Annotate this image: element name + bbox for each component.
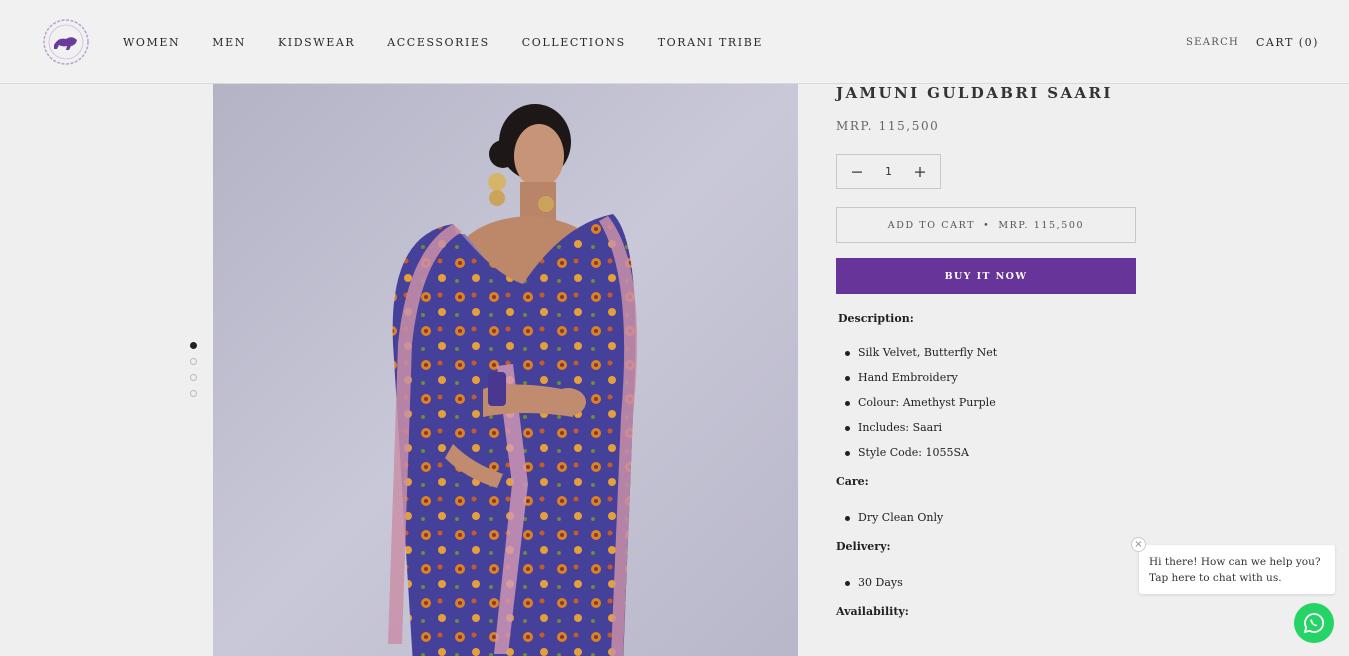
delivery-list: 30 Days	[836, 575, 1136, 600]
nav-women[interactable]: WOMEN	[123, 36, 180, 49]
plus-icon[interactable]	[914, 166, 926, 178]
quantity-value[interactable]: 1	[885, 165, 892, 178]
nav-collections[interactable]: COLLECTIONS	[522, 36, 626, 49]
add-to-cart-button[interactable]: ADD TO CART • MRP. 115,500	[836, 207, 1136, 243]
product-image[interactable]	[213, 84, 798, 656]
nav-torani-tribe[interactable]: TORANI TRIBE	[658, 36, 763, 49]
chat-line-2: Tap here to chat with us.	[1149, 572, 1282, 584]
gallery-dots	[190, 342, 197, 397]
cart-link[interactable]: CART (0)	[1256, 36, 1319, 49]
description-item: Style Code: 1055SA	[836, 445, 1136, 470]
delivery-heading: Delivery:	[836, 540, 891, 553]
availability-heading: Availability:	[836, 605, 909, 618]
delivery-item: 30 Days	[836, 575, 1136, 600]
nav-kidswear[interactable]: KIDSWEAR	[278, 36, 355, 49]
product-photo	[213, 84, 798, 656]
whatsapp-button[interactable]	[1294, 603, 1334, 643]
close-icon[interactable]: ×	[1131, 537, 1146, 552]
search-link[interactable]: SEARCH	[1186, 37, 1239, 48]
gallery-dot-3[interactable]	[190, 374, 197, 381]
chat-line-1: Hi there! How can we help you?	[1149, 556, 1321, 568]
description-item: Includes: Saari	[836, 420, 1136, 445]
description-heading: Description:	[838, 312, 914, 325]
care-item: Dry Clean Only	[836, 510, 1136, 535]
gallery-dot-4[interactable]	[190, 390, 197, 397]
chat-prompt[interactable]: Hi there! How can we help you? Tap here …	[1139, 545, 1335, 594]
gallery-dot-1[interactable]	[190, 342, 197, 349]
product-price: MRP. 115,500	[836, 119, 940, 133]
description-item: Hand Embroidery	[836, 370, 1136, 395]
product-title: JAMUNI GULDABRI SAARI	[836, 84, 1113, 102]
add-to-cart-label: ADD TO CART	[887, 219, 976, 231]
description-list: Silk Velvet, Butterfly Net Hand Embroide…	[836, 345, 1136, 470]
minus-icon[interactable]	[851, 166, 863, 178]
site-header: WOMEN MEN KIDSWEAR ACCESSORIES COLLECTIO…	[0, 0, 1349, 84]
buy-it-now-button[interactable]: BUY IT NOW	[836, 258, 1136, 294]
care-heading: Care:	[836, 475, 869, 488]
care-list: Dry Clean Only	[836, 510, 1136, 535]
quantity-stepper: 1	[836, 154, 941, 189]
main-nav: WOMEN MEN KIDSWEAR ACCESSORIES COLLECTIO…	[123, 36, 763, 49]
description-item: Colour: Amethyst Purple	[836, 395, 1136, 420]
gallery-dot-2[interactable]	[190, 358, 197, 365]
add-to-cart-separator: •	[983, 219, 991, 231]
description-item: Silk Velvet, Butterfly Net	[836, 345, 1136, 370]
nav-accessories[interactable]: ACCESSORIES	[387, 36, 490, 49]
nav-men[interactable]: MEN	[212, 36, 246, 49]
torani-logo-icon[interactable]	[42, 18, 90, 66]
product-description: Description: Silk Velvet, Butterfly Net …	[836, 312, 1136, 618]
add-to-cart-price: MRP. 115,500	[998, 219, 1085, 231]
whatsapp-icon	[1303, 613, 1325, 634]
